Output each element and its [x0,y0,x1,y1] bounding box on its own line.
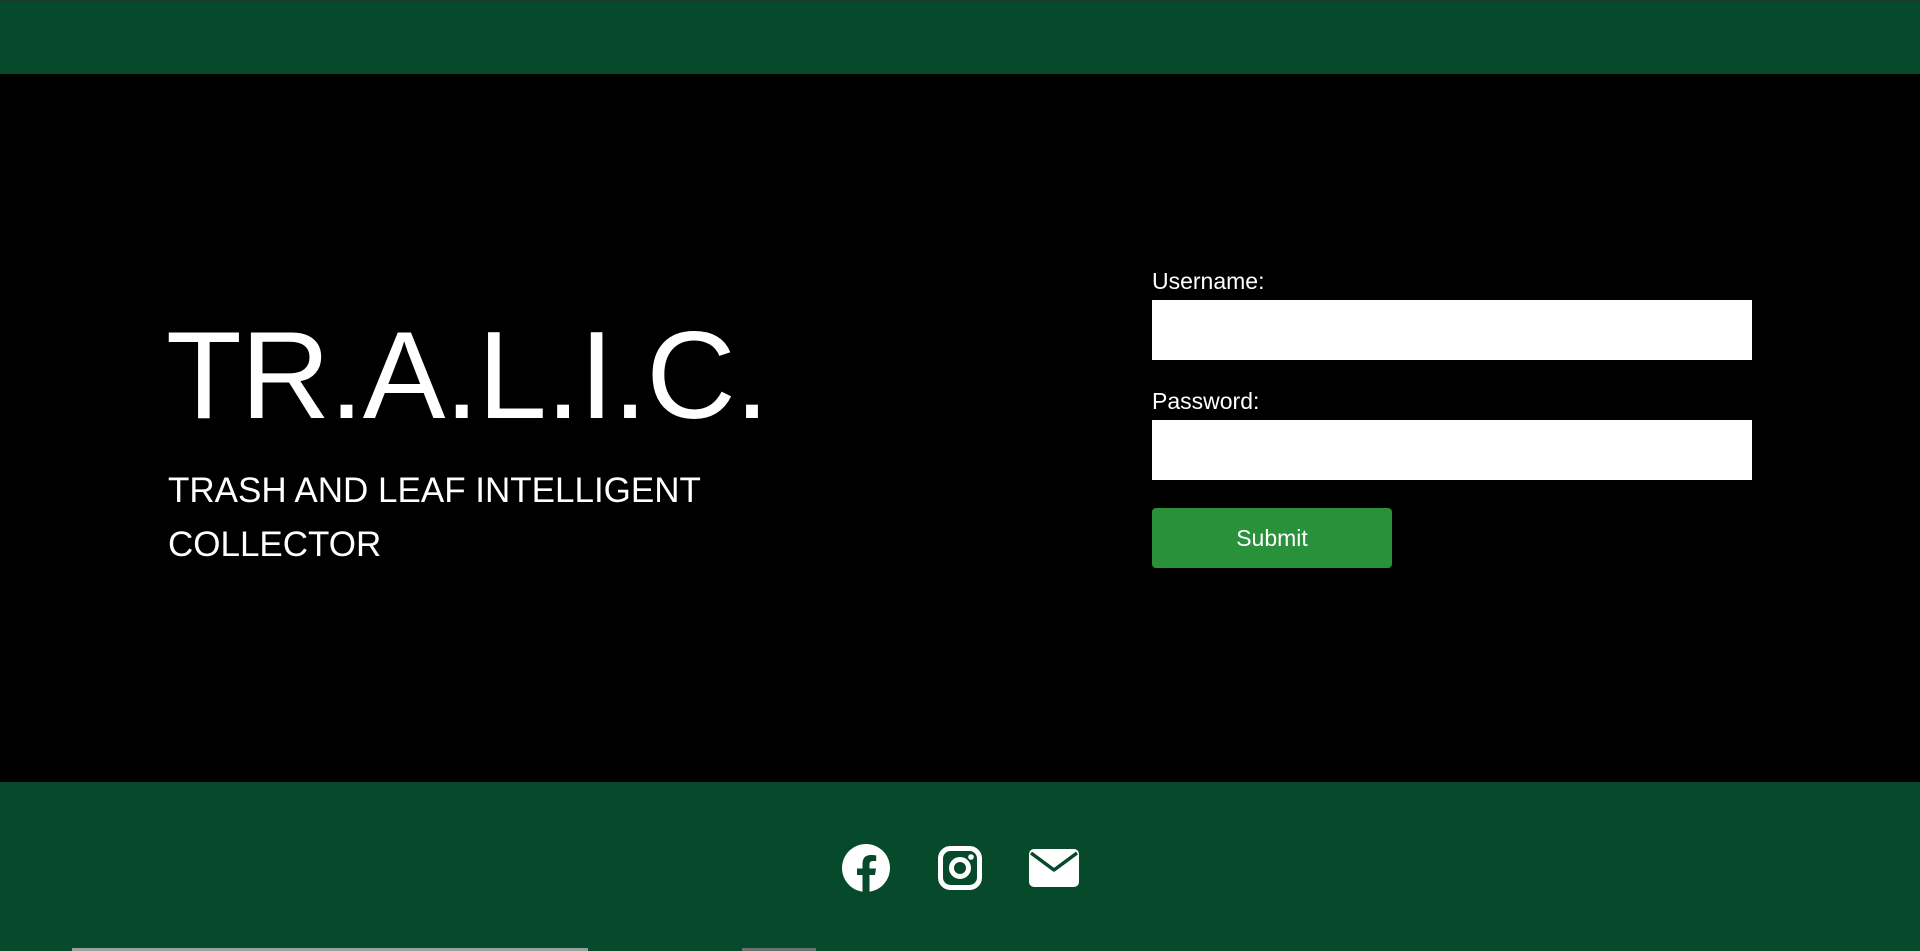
top-bar [0,0,1920,74]
password-input[interactable] [1152,420,1752,480]
username-input[interactable] [1152,300,1752,360]
brand-subtitle: TRASH AND LEAF INTELLIGENT COLLECTOR [168,471,701,564]
instagram-icon[interactable] [934,842,986,894]
social-links [840,842,1080,894]
hero-section: TR.A.L.I.C. TRASH AND LEAF INTELLIGENT C… [0,74,1920,782]
login-form: Username: Password: Submit [1152,268,1752,568]
footer [0,782,1920,951]
facebook-icon[interactable] [840,842,892,894]
password-label: Password: [1152,388,1260,414]
submit-button[interactable]: Submit [1152,508,1392,568]
mail-icon[interactable] [1028,842,1080,894]
brand-title: TR.A.L.I.C. [166,307,769,445]
username-label: Username: [1152,268,1265,294]
